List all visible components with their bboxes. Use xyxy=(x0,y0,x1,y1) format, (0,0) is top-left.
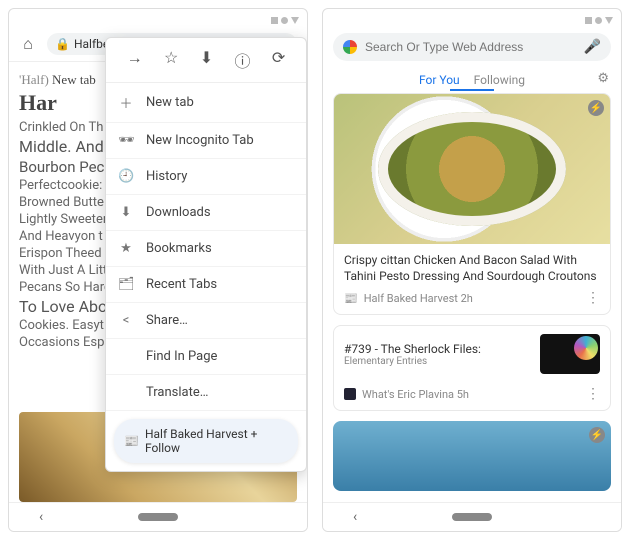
back-icon[interactable]: ‹ xyxy=(39,509,43,525)
card-source: What's Eric Plavina 5h xyxy=(362,388,469,401)
menu-top-row: → ☆ ⬇ ⓘ ⟳ xyxy=(106,38,306,83)
gear-icon[interactable]: ⚙ xyxy=(597,71,609,86)
menu-bookmarks[interactable]: ★ Bookmarks xyxy=(106,231,306,267)
overflow-menu: → ☆ ⬇ ⓘ ⟳ ＋ New tab 🕶 New Incognito Tab … xyxy=(105,37,307,472)
tab-following[interactable]: Following xyxy=(474,73,525,87)
card-title: #739 - The Sherlock Files: xyxy=(344,342,481,356)
feed-card-2[interactable]: #739 - The Sherlock Files: Elementary En… xyxy=(333,325,611,411)
info-icon[interactable]: ⓘ xyxy=(235,48,251,72)
site-icon: 📰 xyxy=(124,434,139,448)
google-logo-icon xyxy=(343,40,357,54)
menu-downloads[interactable]: ⬇ Downloads xyxy=(106,195,306,231)
home-pill[interactable] xyxy=(452,513,492,521)
android-navbar: ‹ xyxy=(323,502,621,531)
status-dots xyxy=(9,9,307,27)
feed: ⚡ Crispy cittan Chicken And Bacon Salad … xyxy=(323,93,621,502)
menu-share[interactable]: < Share… xyxy=(106,303,306,339)
menu-new-tab[interactable]: ＋ New tab xyxy=(106,83,306,123)
download-icon[interactable]: ⬇ xyxy=(200,48,213,72)
reload-icon[interactable]: ⟳ xyxy=(272,48,285,72)
amp-bolt-icon: ⚡ xyxy=(589,427,605,443)
menu-find-in-page[interactable]: Find In Page xyxy=(106,339,306,375)
search-input[interactable] xyxy=(363,39,578,55)
status-dots xyxy=(323,9,621,27)
mic-icon[interactable]: 🎤 xyxy=(584,39,601,55)
menu-translate[interactable]: Translate… xyxy=(106,375,306,411)
amp-bolt-icon: ⚡ xyxy=(588,100,604,116)
tab-for-you[interactable]: For You xyxy=(419,73,460,87)
card-subtitle: Elementary Entries xyxy=(344,356,530,367)
menu-recent-tabs[interactable]: 🗂 Recent Tabs xyxy=(106,267,306,303)
plus-icon: ＋ xyxy=(118,93,134,112)
lock-icon: 🔒 xyxy=(55,37,70,51)
card-image: ⚡ xyxy=(334,94,610,244)
search-box[interactable]: 🎤 xyxy=(333,33,611,61)
tabs-icon: 🗂 xyxy=(118,277,134,292)
share-icon: < xyxy=(118,313,134,328)
forward-icon[interactable]: → xyxy=(127,48,143,72)
star-menu-icon: ★ xyxy=(118,241,134,256)
feed-tabs: For You Following ⚙ xyxy=(323,67,621,93)
history-icon: 🕘 xyxy=(118,169,134,184)
card-menu-icon[interactable]: ⋮ xyxy=(586,386,600,402)
star-icon[interactable]: ☆ xyxy=(164,48,178,72)
download-menu-icon: ⬇ xyxy=(118,205,134,220)
feed-card-1[interactable]: ⚡ Crispy cittan Chicken And Bacon Salad … xyxy=(333,93,611,315)
home-icon[interactable]: ⌂ xyxy=(19,35,37,53)
feed-card-3[interactable]: ⚡ xyxy=(333,421,611,491)
android-navbar: ‹ xyxy=(9,502,307,531)
phone-left: ⌂ 🔒 Halfbe 'Half) New tab Har Crinkled O… xyxy=(8,8,308,532)
card-menu-icon[interactable]: ⋮ xyxy=(586,290,600,306)
source-icon: 📰 xyxy=(344,292,358,305)
card-source: Half Baked Harvest 2h xyxy=(364,292,473,305)
card-thumbnail xyxy=(540,334,600,374)
source-icon xyxy=(344,388,356,400)
menu-history[interactable]: 🕘 History xyxy=(106,159,306,195)
incognito-icon: 🕶 xyxy=(118,133,134,148)
url-text: Halfbe xyxy=(74,37,109,51)
phone-right: 🎤 For You Following ⚙ ⚡ Crispy cittan Ch… xyxy=(322,8,622,532)
home-pill[interactable] xyxy=(138,513,178,521)
follow-site-button[interactable]: 📰 Half Baked Harvest + Follow xyxy=(114,419,298,463)
card-title: Crispy cittan Chicken And Bacon Salad Wi… xyxy=(334,244,610,286)
menu-incognito[interactable]: 🕶 New Incognito Tab xyxy=(106,123,306,159)
back-icon[interactable]: ‹ xyxy=(353,509,357,525)
